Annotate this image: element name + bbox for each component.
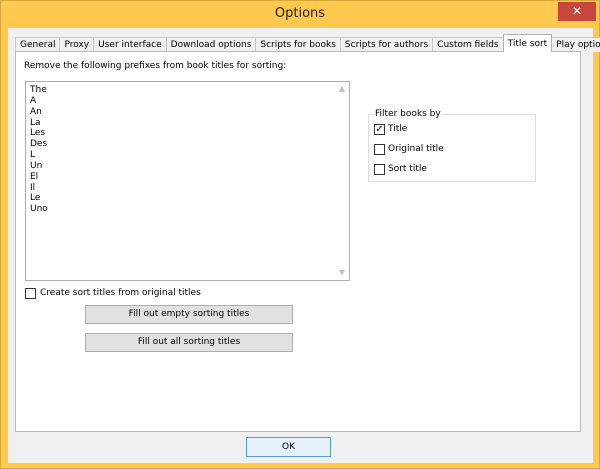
window-title: Options bbox=[274, 6, 326, 21]
create-sort-titles-checkbox[interactable] bbox=[25, 288, 36, 299]
tab-download-options[interactable]: Download options bbox=[165, 37, 257, 52]
checkmark-icon: ✓ bbox=[375, 124, 384, 135]
tab-scripts-for-authors[interactable]: Scripts for authors bbox=[339, 37, 434, 52]
filter-original-title-label[interactable]: Original title bbox=[388, 144, 444, 154]
prefix-line: Uno bbox=[30, 204, 48, 215]
prefix-list-textarea[interactable]: The A An La Les Des L Un El Il Le Uno ▲ … bbox=[25, 81, 350, 281]
scroll-up-arrow-icon[interactable]: ▲ bbox=[335, 83, 349, 95]
prefix-line: An bbox=[30, 106, 42, 117]
prefix-line: Il bbox=[30, 182, 36, 193]
filter-title-label[interactable]: Title bbox=[388, 124, 407, 134]
prefix-line: A bbox=[30, 95, 37, 106]
close-icon: ✕ bbox=[571, 4, 583, 18]
filter-sort-title-checkbox[interactable] bbox=[374, 164, 385, 175]
create-sort-titles-label[interactable]: Create sort titles from original titles bbox=[40, 288, 201, 298]
dialog-client-area: General Proxy User interface Download op… bbox=[8, 28, 600, 463]
prefix-line: The bbox=[30, 85, 47, 95]
tab-scripts-for-books[interactable]: Scripts for books bbox=[255, 37, 341, 52]
filter-books-group: Filter books by ✓ Title Original title S… bbox=[368, 109, 536, 182]
close-button[interactable]: ✕ bbox=[558, 2, 596, 21]
tab-title-sort[interactable]: Title sort bbox=[502, 34, 553, 52]
filter-title-checkbox[interactable]: ✓ bbox=[374, 124, 385, 135]
prefix-line: Le bbox=[30, 193, 41, 204]
fill-all-sorting-titles-button[interactable]: Fill out all sorting titles bbox=[85, 333, 293, 352]
filter-sort-title-label[interactable]: Sort title bbox=[388, 164, 427, 174]
options-window: Options ✕ General Proxy User interface D… bbox=[0, 0, 600, 469]
tab-play-options[interactable]: Play options bbox=[551, 37, 600, 52]
prefix-list-scrollbar[interactable]: ▲ ▼ bbox=[335, 82, 349, 280]
fill-empty-sorting-titles-button[interactable]: Fill out empty sorting titles bbox=[85, 305, 293, 324]
prefix-line: Des bbox=[30, 139, 48, 150]
filter-books-legend: Filter books by bbox=[374, 109, 442, 119]
title-bar[interactable]: Options ✕ bbox=[1, 1, 599, 28]
prefix-line: La bbox=[30, 117, 41, 128]
scroll-down-arrow-icon[interactable]: ▼ bbox=[335, 267, 349, 279]
ok-button[interactable]: OK bbox=[246, 437, 331, 457]
tab-proxy[interactable]: Proxy bbox=[59, 37, 95, 52]
prefix-line: Un bbox=[30, 160, 43, 171]
prefix-list-label: Remove the following prefixes from book … bbox=[24, 61, 287, 71]
tab-custom-fields[interactable]: Custom fields bbox=[432, 37, 504, 52]
tab-strip: General Proxy User interface Download op… bbox=[15, 34, 600, 52]
tab-user-interface[interactable]: User interface bbox=[93, 37, 167, 52]
prefix-line: El bbox=[30, 171, 39, 182]
filter-original-title-checkbox[interactable] bbox=[374, 144, 385, 155]
prefix-line: L bbox=[30, 150, 36, 161]
title-sort-panel: Remove the following prefixes from book … bbox=[15, 51, 581, 432]
prefix-line: Les bbox=[30, 128, 46, 139]
prefix-lines: The A An La Les Des L Un El Il Le Uno bbox=[30, 85, 48, 215]
tab-general[interactable]: General bbox=[15, 37, 61, 52]
